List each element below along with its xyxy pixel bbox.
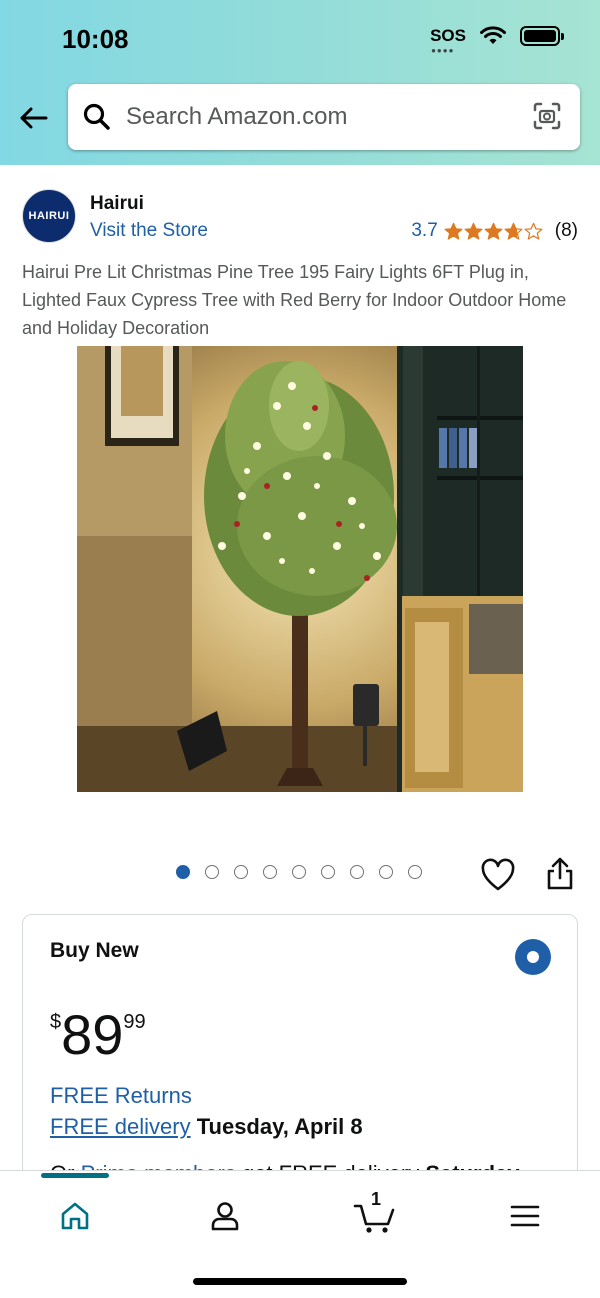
rating-count: (8) bbox=[554, 220, 578, 241]
rating-summary[interactable]: 3.7 (8) bbox=[411, 220, 578, 242]
image-carousel-dots[interactable] bbox=[176, 865, 422, 879]
price-fraction: 99 bbox=[123, 1011, 146, 1033]
search-icon bbox=[83, 103, 110, 130]
product-photo bbox=[77, 346, 523, 792]
carousel-dot[interactable] bbox=[408, 865, 422, 879]
carousel-dot[interactable] bbox=[205, 865, 219, 879]
free-delivery-link[interactable]: FREE delivery bbox=[50, 1114, 191, 1139]
carousel-dot[interactable] bbox=[292, 865, 306, 879]
carousel-dot[interactable] bbox=[176, 865, 190, 879]
buy-new-label: Buy New bbox=[50, 939, 139, 962]
price-currency: $ bbox=[50, 1011, 62, 1033]
cart-count-badge: 1 bbox=[371, 1189, 382, 1209]
price: $ 89 99 bbox=[50, 1005, 146, 1065]
bottom-nav: 1 bbox=[0, 1170, 600, 1298]
visit-store-link[interactable]: Visit the Store bbox=[90, 220, 208, 242]
status-time: 10:08 bbox=[62, 24, 129, 54]
star-icon bbox=[484, 222, 503, 240]
carousel-dot[interactable] bbox=[350, 865, 364, 879]
home-indicator bbox=[193, 1278, 407, 1285]
nav-cart[interactable]: 1 bbox=[350, 1189, 400, 1241]
store-name: Hairui bbox=[90, 193, 144, 214]
carousel-dot[interactable] bbox=[263, 865, 277, 879]
status-icons: SOS ●●●● bbox=[430, 26, 564, 55]
account-icon bbox=[211, 1202, 239, 1231]
nav-menu[interactable] bbox=[500, 1191, 550, 1241]
home-icon bbox=[61, 1202, 89, 1230]
carousel-dot[interactable] bbox=[321, 865, 335, 879]
header: 10:08 SOS ●●●● Search Amazon.com bbox=[0, 0, 600, 165]
product-title: Hairui Pre Lit Christmas Pine Tree 195 F… bbox=[22, 262, 567, 338]
carousel-dot[interactable] bbox=[234, 865, 248, 879]
product-image[interactable] bbox=[77, 346, 523, 792]
heart-icon[interactable] bbox=[480, 858, 516, 894]
store-logo[interactable]: HAIRUI bbox=[22, 189, 76, 243]
menu-icon bbox=[510, 1205, 540, 1227]
star-icon bbox=[504, 222, 523, 240]
back-arrow-icon[interactable] bbox=[16, 100, 52, 136]
buy-new-radio[interactable] bbox=[515, 939, 551, 975]
nav-account[interactable] bbox=[200, 1191, 250, 1241]
delivery-date: Tuesday, April 8 bbox=[196, 1114, 363, 1139]
camera-search-icon[interactable] bbox=[532, 101, 562, 131]
search-bar[interactable]: Search Amazon.com bbox=[68, 84, 580, 150]
star-rating bbox=[444, 222, 543, 241]
star-icon bbox=[464, 222, 483, 240]
wifi-icon bbox=[480, 26, 506, 44]
free-returns-link[interactable]: FREE Returns bbox=[50, 1083, 192, 1109]
star-icon bbox=[524, 222, 543, 240]
active-tab-indicator bbox=[41, 1173, 109, 1178]
nav-home[interactable] bbox=[50, 1191, 100, 1241]
signal-dots-icon: ●●●● bbox=[431, 46, 455, 55]
price-whole: 89 bbox=[61, 1003, 124, 1066]
search-input[interactable]: Search Amazon.com bbox=[126, 103, 347, 131]
delivery-info: FREE delivery Tuesday, April 8 bbox=[50, 1114, 363, 1140]
share-icon[interactable] bbox=[544, 856, 576, 892]
sos-label: SOS bbox=[430, 26, 466, 45]
carousel-dot[interactable] bbox=[379, 865, 393, 879]
star-icon bbox=[444, 222, 463, 240]
battery-icon bbox=[520, 26, 564, 46]
rating-value: 3.7 bbox=[411, 220, 438, 241]
sos-indicator: SOS ●●●● bbox=[430, 26, 466, 55]
